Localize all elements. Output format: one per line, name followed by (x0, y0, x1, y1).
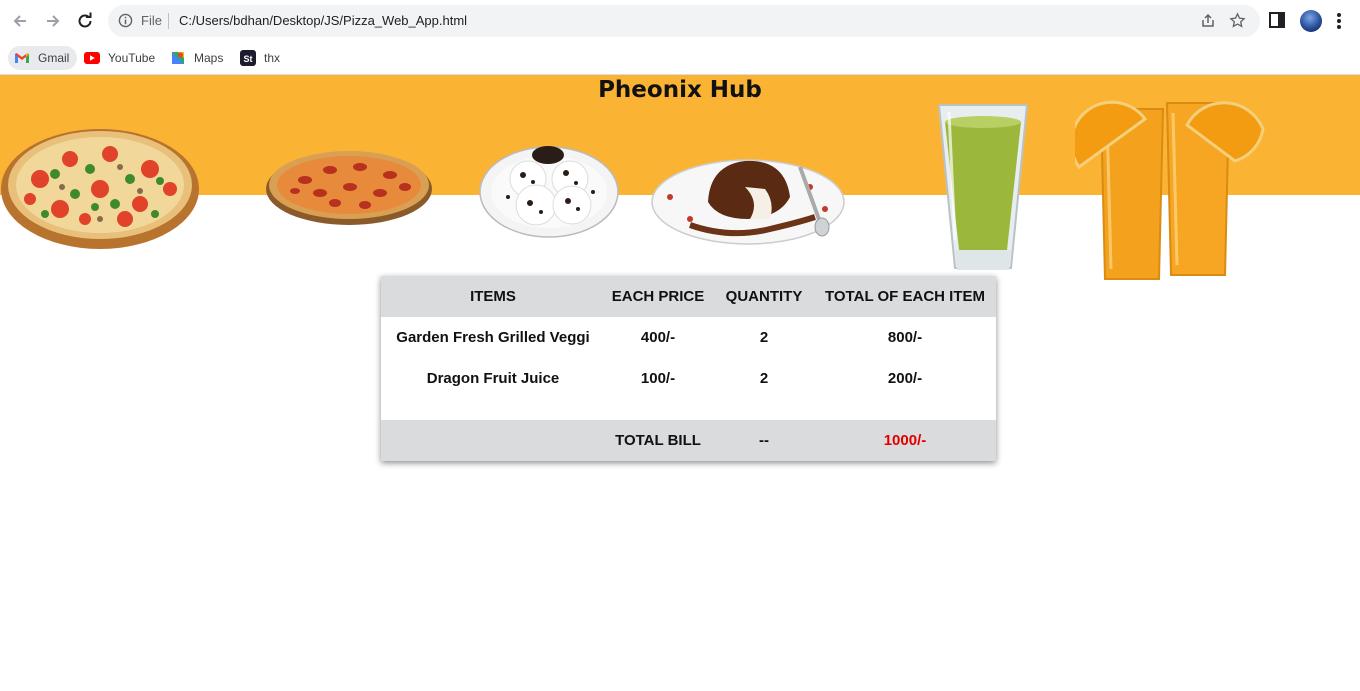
bookmark-label: YouTube (108, 51, 156, 65)
bookmarks-bar: Gmail YouTube Maps St thx (0, 42, 1360, 75)
header-each-price: EACH PRICE (611, 288, 705, 305)
footer-empty (381, 420, 605, 461)
lava-cake-plate-image (651, 159, 845, 245)
maps-icon (170, 50, 186, 66)
bill-table: ITEMS EACH PRICE QUANTITY TOTAL OF EACH … (381, 276, 996, 461)
footer-quantity: -- (759, 432, 769, 449)
header-quantity: QUANTITY (725, 288, 803, 305)
header-total-each: TOTAL OF EACH ITEM (825, 288, 985, 305)
kebab-menu-icon[interactable] (1336, 12, 1342, 35)
side-panel-icon[interactable] (1268, 11, 1286, 34)
bookmark-youtube[interactable]: YouTube (84, 46, 155, 70)
row-item-name: Dragon Fruit Juice (426, 370, 560, 387)
browser-toolbar: File C:/Users/bdhan/Desktop/JS/Pizza_Web… (0, 0, 1360, 42)
row-item-name: Garden Fresh Grilled Veggi (396, 329, 590, 346)
svg-text:St: St (244, 54, 253, 64)
bookmark-thx[interactable]: St thx (240, 46, 280, 70)
footer-total-amount: 1000/- (883, 432, 927, 449)
bookmark-star-icon[interactable] (1229, 12, 1246, 34)
bookmark-gmail[interactable]: Gmail (8, 46, 78, 70)
url-text[interactable]: C:/Users/bdhan/Desktop/JS/Pizza_Web_App.… (179, 13, 467, 28)
row-quantity: 2 (759, 329, 769, 346)
row-price: 100/- (640, 370, 676, 387)
table-row: Dragon Fruit Juice 100/- 2 200/- (381, 358, 996, 399)
reload-button[interactable] (73, 9, 97, 33)
row-price: 400/- (640, 329, 676, 346)
bookmark-label: Gmail (38, 51, 70, 65)
table-header-row: ITEMS EACH PRICE QUANTITY TOTAL OF EACH … (381, 276, 996, 317)
pepperoni-pizza-image (266, 151, 432, 225)
bookmark-label: thx (264, 51, 281, 65)
profile-avatar[interactable] (1300, 10, 1322, 32)
back-button[interactable] (8, 9, 32, 33)
info-icon[interactable] (118, 13, 133, 33)
share-icon[interactable] (1200, 13, 1216, 34)
bookmark-maps[interactable]: Maps (170, 46, 223, 70)
header-items: ITEMS (470, 288, 516, 305)
back-arrow-icon (13, 15, 26, 27)
forward-button[interactable] (41, 9, 65, 33)
table-row: Garden Fresh Grilled Veggi 400/- 2 800/- (381, 317, 996, 358)
st-icon: St (240, 50, 256, 66)
bookmark-label: Maps (194, 51, 224, 65)
omnibox-divider (168, 13, 169, 29)
veggie-pizza-image (1, 129, 199, 249)
web-page: Pheonix Hub ITEMS EACH PRICE QUANTITY TO… (0, 75, 1360, 691)
forward-arrow-icon (47, 15, 60, 27)
orange-juice-glasses-image (1075, 100, 1265, 280)
row-total: 200/- (887, 370, 923, 387)
gmail-icon (14, 50, 30, 66)
reload-icon (78, 12, 92, 28)
footer-total-label: TOTAL BILL (615, 432, 701, 449)
file-label: File (141, 13, 162, 28)
row-quantity: 2 (759, 370, 769, 387)
oreo-dessert-plate-image (479, 146, 619, 238)
green-juice-glass-image (937, 104, 1029, 270)
row-total: 800/- (887, 329, 923, 346)
table-footer-row: TOTAL BILL -- 1000/- (381, 420, 996, 461)
youtube-icon (84, 50, 100, 66)
address-bar[interactable]: File C:/Users/bdhan/Desktop/JS/Pizza_Web… (108, 5, 1260, 37)
